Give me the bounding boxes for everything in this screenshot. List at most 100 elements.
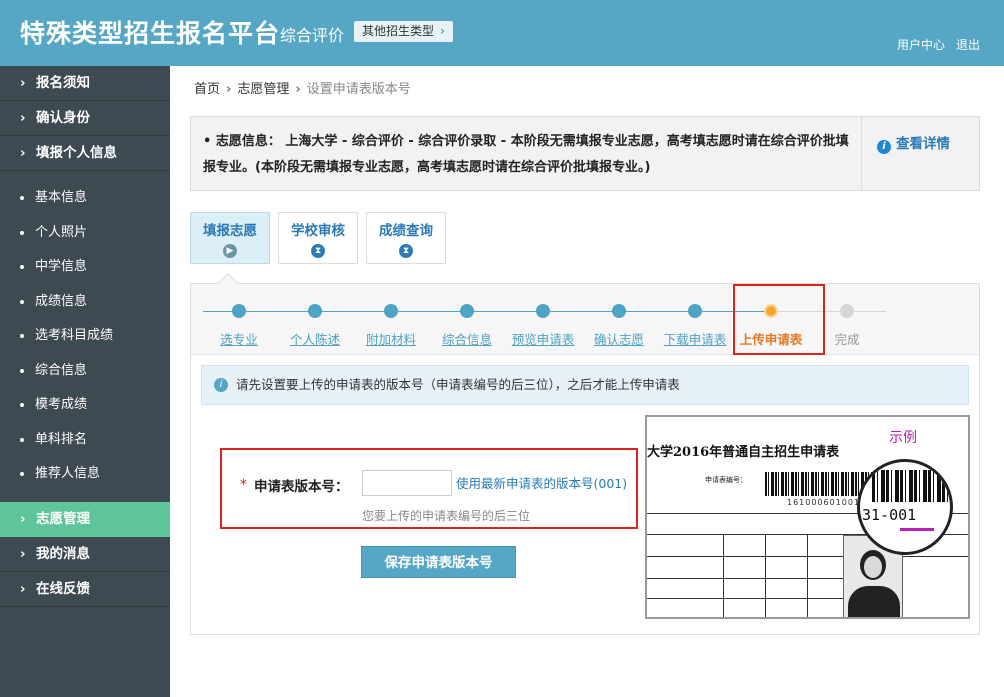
example-label: 示例 xyxy=(889,430,917,446)
table-line xyxy=(807,534,808,617)
version-input[interactable] xyxy=(362,470,452,496)
sidebar-sub-subject-rank[interactable]: 单科排名 xyxy=(0,423,170,458)
step-select-major[interactable]: 选专业 xyxy=(201,304,277,348)
chevron-right-icon: › xyxy=(20,145,26,161)
table-line xyxy=(723,534,724,617)
table-line xyxy=(647,556,968,557)
sidebar-sub-mock-scores[interactable]: 模考成绩 xyxy=(0,388,170,423)
application-info-content: 志愿信息： 上海大学 - 综合评价 - 综合评价录取 - 本阶段无需填报专业志愿… xyxy=(203,134,849,175)
chevron-right-icon: › xyxy=(20,75,26,91)
barcode-zoom-circle: 31-001 xyxy=(857,459,953,555)
divider xyxy=(861,117,862,190)
sidebar-sub-label: 推荐人信息 xyxy=(35,466,101,481)
step-label: 下载申请表 xyxy=(663,332,727,347)
table-line xyxy=(647,598,843,599)
sidebar-item-label: 我的消息 xyxy=(36,545,90,562)
step-dot xyxy=(308,304,322,318)
view-details-link[interactable]: i 查看详情 xyxy=(877,132,950,154)
other-types-button[interactable]: 其他招生类型 › xyxy=(354,21,453,42)
sidebar-sub-label: 综合信息 xyxy=(35,362,88,378)
step-dot xyxy=(688,304,702,318)
version-hint: 您要上传的申请表编号的后三位 xyxy=(362,509,531,523)
sidebar-sub-label: 成绩信息 xyxy=(35,293,88,309)
application-info-text: • 志愿信息： 上海大学 - 综合评价 - 综合评价录取 - 本阶段无需填报专业… xyxy=(203,129,853,181)
bullet-icon xyxy=(20,265,24,269)
sidebar-sub-label: 单科排名 xyxy=(35,431,88,447)
example-image: 大学2016年普通自主招生申请表 示例 申请表编号： 161000601001 … xyxy=(645,415,970,619)
zoom-number: 31-001 xyxy=(862,506,917,524)
notice-text: 请先设置要上传的申请表的版本号（申请表编号的后三位），之后才能上传申请表 xyxy=(236,377,680,392)
step-label: 确认志愿 xyxy=(593,332,644,347)
example-number-label: 申请表编号： xyxy=(705,476,747,484)
bullet-icon xyxy=(20,334,24,338)
hourglass-icon: ⧗ xyxy=(311,244,325,258)
bullet-icon xyxy=(20,437,24,442)
bullet-icon xyxy=(20,299,24,304)
current-step-highlight xyxy=(733,284,825,355)
breadcrumb-home[interactable]: 首页 xyxy=(194,82,220,97)
chevron-right-icon: › xyxy=(20,545,26,562)
barcode-number: 161000601001 xyxy=(787,498,861,507)
info-icon: i xyxy=(214,378,228,392)
use-latest-version-link[interactable]: 使用最新申请表的版本号(001) xyxy=(456,473,627,492)
sidebar-item-notice[interactable]: › 报名须知 xyxy=(0,66,170,101)
sidebar-sub-referee-info[interactable]: 推荐人信息 xyxy=(0,457,170,492)
sidebar-sub-comprehensive-info[interactable]: 综合信息 xyxy=(0,354,170,389)
step-comprehensive-info[interactable]: 综合信息 xyxy=(429,304,505,348)
hourglass-icon: ⧗ xyxy=(399,244,413,258)
sidebar-sub-elective-scores[interactable]: 选考科目成绩 xyxy=(0,319,170,354)
sidebar-item-label: 填报个人信息 xyxy=(36,145,117,161)
sidebar-sub-scores[interactable]: 成绩信息 xyxy=(0,285,170,320)
step-label: 预览申请表 xyxy=(511,332,575,347)
tab-school-review[interactable]: 学校审核 ⧗ xyxy=(278,212,358,264)
sidebar-sub-photo[interactable]: 个人照片 xyxy=(0,216,170,251)
breadcrumb-level1[interactable]: 志愿管理 xyxy=(237,82,289,97)
step-confirm-choice[interactable]: 确认志愿 xyxy=(581,304,657,348)
step-label: 个人陈述 xyxy=(289,332,340,347)
step-download-application[interactable]: 下载申请表 xyxy=(657,304,733,348)
sidebar-sub-school-info[interactable]: 中学信息 xyxy=(0,250,170,285)
step-additional-materials[interactable]: 附加材料 xyxy=(353,304,429,348)
chevron-right-icon: › xyxy=(440,24,445,38)
required-mark: * xyxy=(240,477,247,493)
chevron-right-icon: › xyxy=(20,110,26,126)
step-preview-application[interactable]: 预览申请表 xyxy=(505,304,581,348)
save-version-button[interactable]: 保存申请表版本号 xyxy=(361,546,516,578)
breadcrumb-current: 设置申请表版本号 xyxy=(306,82,411,97)
sidebar-item-label: 志愿管理 xyxy=(36,510,90,527)
tab-fill-application[interactable]: 填报志愿 ▶ xyxy=(190,212,270,264)
tab-label: 填报志愿 xyxy=(203,223,257,239)
tab-score-query[interactable]: 成绩查询 ⧗ xyxy=(366,212,446,264)
step-dot xyxy=(460,304,474,318)
sidebar-sub-label: 选考科目成绩 xyxy=(35,328,114,343)
example-title: 大学2016年普通自主招生申请表 xyxy=(647,445,840,460)
sidebar-sub-label: 基本信息 xyxy=(35,190,88,205)
step-dot xyxy=(384,304,398,318)
version-form: * 申请表版本号： 使用最新申请表的版本号(001) 您要上传的申请表编号的后三… xyxy=(220,448,638,529)
table-line xyxy=(647,578,843,579)
chevron-right-icon: › xyxy=(295,82,301,97)
info-icon: i xyxy=(877,140,891,154)
chevron-right-icon: › xyxy=(20,510,26,527)
step-personal-statement[interactable]: 个人陈述 xyxy=(277,304,353,348)
view-details-label: 查看详情 xyxy=(896,136,950,152)
user-center-link[interactable]: 用户中心 xyxy=(897,36,945,53)
sidebar-item-application-management[interactable]: › 志愿管理 xyxy=(0,501,170,537)
sidebar: › 报名须知 › 确认身份 › 填报个人信息 基本信息 个人照片 中学信息 成绩信息 … xyxy=(0,66,170,697)
sidebar-item-feedback[interactable]: › 在线反馈 xyxy=(0,572,170,607)
sidebar-item-label: 在线反馈 xyxy=(36,580,90,597)
step-label: 附加材料 xyxy=(365,332,416,347)
step-dot-pending xyxy=(840,304,854,318)
sidebar-item-personal-info[interactable]: › 填报个人信息 xyxy=(0,136,170,171)
sidebar-item-confirm-identity[interactable]: › 确认身份 xyxy=(0,101,170,136)
chevron-right-icon: › xyxy=(20,580,26,597)
logout-link[interactable]: 退出 xyxy=(956,36,980,53)
step-dot xyxy=(232,304,246,318)
chevron-right-icon: › xyxy=(226,82,232,97)
step-dot xyxy=(612,304,626,318)
zoom-underline xyxy=(900,528,934,531)
sidebar-sub-basic-info[interactable]: 基本信息 xyxy=(0,181,170,216)
bullet-icon xyxy=(20,196,24,200)
sidebar-item-messages[interactable]: › 我的消息 xyxy=(0,537,170,572)
